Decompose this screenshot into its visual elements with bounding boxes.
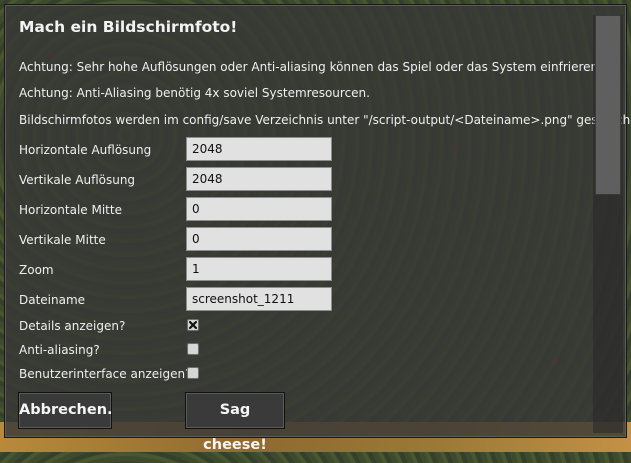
vertical-resolution-input[interactable]: 2048 bbox=[186, 167, 332, 191]
checkmark-icon bbox=[188, 320, 198, 330]
horizontal-resolution-label: Horizontale Auflösung bbox=[19, 143, 152, 157]
show-gui-label: Benutzerinterface anzeigen? bbox=[19, 367, 192, 381]
scrollbar-thumb[interactable] bbox=[595, 15, 621, 195]
take-screenshot-button[interactable]: Sag cheese! bbox=[185, 392, 285, 453]
save-location-note: Bildschirmfotos werden im config/save Ve… bbox=[19, 113, 631, 127]
zoom-label: Zoom bbox=[19, 263, 54, 277]
dialog-scrollbar[interactable] bbox=[593, 15, 623, 433]
horizontal-center-label: Horizontale Mitte bbox=[19, 203, 122, 217]
anti-aliasing-checkbox[interactable] bbox=[187, 343, 199, 355]
warning-antialiasing-note: Achtung: Anti-Aliasing benötig 4x soviel… bbox=[19, 86, 370, 100]
vertical-center-input[interactable]: 0 bbox=[186, 227, 332, 251]
cancel-button[interactable]: Abbrechen. bbox=[18, 392, 113, 429]
warning-resolution-note: Achtung: Sehr hohe Auflösungen oder Anti… bbox=[19, 60, 602, 74]
show-gui-checkbox[interactable] bbox=[187, 367, 199, 379]
show-details-label: Details anzeigen? bbox=[19, 319, 126, 333]
filename-label: Dateiname bbox=[19, 293, 86, 307]
zoom-input[interactable]: 1 bbox=[186, 257, 332, 281]
anti-aliasing-label: Anti-aliasing? bbox=[19, 343, 100, 357]
vertical-center-label: Vertikale Mitte bbox=[19, 233, 106, 247]
screenshot-dialog: Mach ein Bildschirmfoto! Achtung: Sehr h… bbox=[4, 4, 631, 453]
horizontal-center-input[interactable]: 0 bbox=[186, 197, 332, 221]
show-details-checkbox[interactable] bbox=[187, 319, 199, 331]
vertical-resolution-label: Vertikale Auflösung bbox=[19, 173, 136, 187]
filename-input[interactable]: screenshot_1211 bbox=[186, 287, 332, 311]
horizontal-resolution-input[interactable]: 2048 bbox=[186, 137, 332, 161]
dialog-title: Mach ein Bildschirmfoto! bbox=[19, 18, 238, 36]
